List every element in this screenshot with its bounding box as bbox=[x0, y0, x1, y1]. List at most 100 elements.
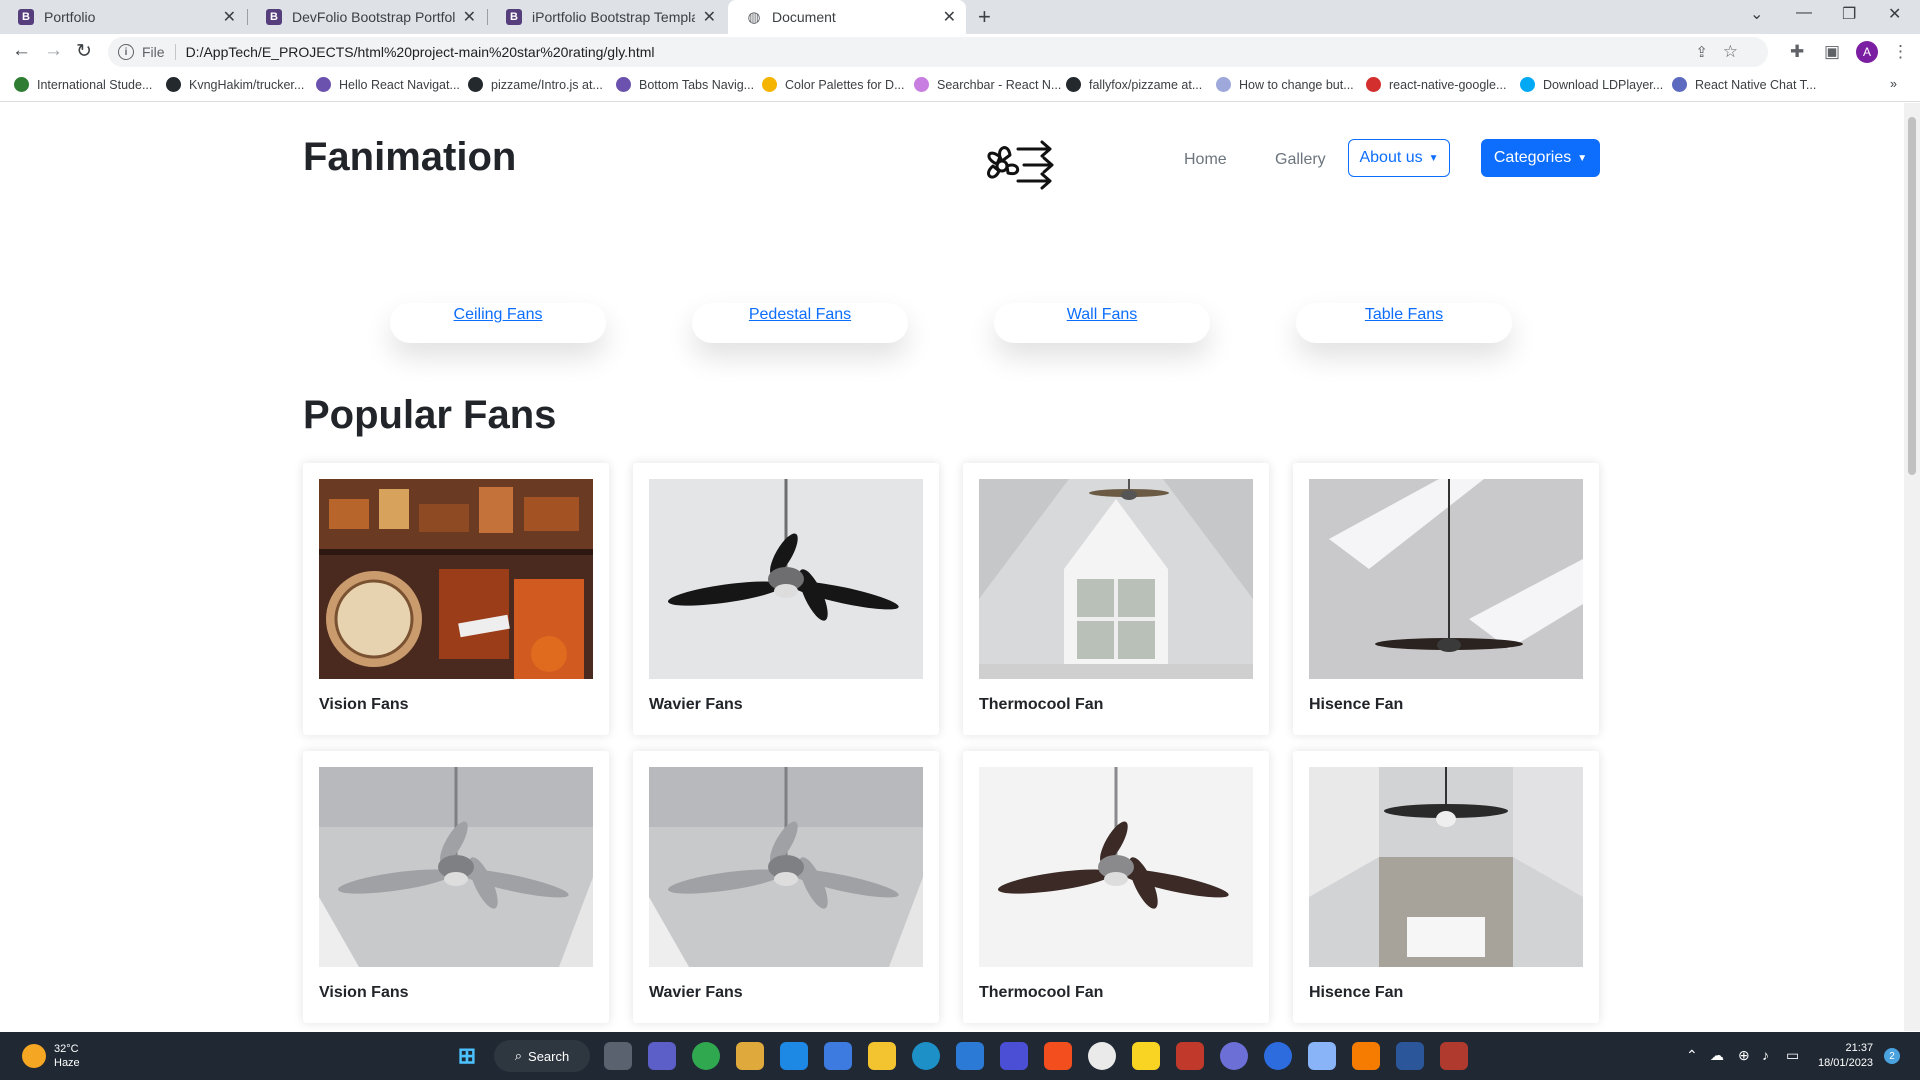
weather-widget[interactable]: 32°C Haze bbox=[22, 1042, 80, 1070]
bookmark-item[interactable]: React Native Chat T... bbox=[1672, 77, 1816, 92]
product-card[interactable]: Hisence Fan bbox=[1293, 463, 1599, 735]
product-image[interactable] bbox=[979, 479, 1253, 679]
product-card[interactable]: Vision Fans bbox=[303, 463, 609, 735]
back-icon[interactable]: ← bbox=[12, 40, 31, 62]
mail-icon[interactable] bbox=[780, 1042, 808, 1070]
vlc-icon[interactable] bbox=[1352, 1042, 1380, 1070]
category-link-wall-fans[interactable]: Wall Fans bbox=[1067, 306, 1138, 323]
product-name: Vision Fans bbox=[319, 696, 409, 713]
more-bookmarks-icon[interactable]: » bbox=[1890, 77, 1897, 91]
tab-devfolio[interactable]: B DevFolio Bootstrap Portfolio Tem ✕ bbox=[248, 0, 486, 34]
about-us-dropdown-button[interactable]: About us ▼ bbox=[1348, 139, 1450, 177]
file-explorer-icon[interactable] bbox=[868, 1042, 896, 1070]
url-text[interactable]: D:/AppTech/E_PROJECTS/html%20project-mai… bbox=[186, 44, 655, 60]
bookmark-item[interactable]: Download LDPlayer... bbox=[1520, 77, 1663, 92]
app-icon[interactable] bbox=[1264, 1042, 1292, 1070]
info-icon[interactable]: i bbox=[118, 44, 134, 60]
avatar[interactable]: A bbox=[1856, 41, 1878, 63]
chrome-icon[interactable] bbox=[1088, 1042, 1116, 1070]
bookmark-item[interactable]: KvngHakim/trucker... bbox=[166, 77, 304, 92]
new-tab-button[interactable]: + bbox=[978, 4, 991, 30]
page-scrollbar[interactable] bbox=[1904, 103, 1920, 1031]
product-image[interactable] bbox=[979, 767, 1253, 967]
onedrive-icon[interactable]: ☁ bbox=[1710, 1047, 1724, 1064]
menu-kebab-icon[interactable]: ⋮ bbox=[1892, 42, 1909, 62]
product-card[interactable]: Wavier Fans bbox=[633, 751, 939, 1023]
word-icon[interactable] bbox=[1396, 1042, 1424, 1070]
app-icon[interactable] bbox=[736, 1042, 764, 1070]
product-card[interactable]: Thermocool Fan bbox=[963, 463, 1269, 735]
category-link-pedestal-fans[interactable]: Pedestal Fans bbox=[749, 306, 851, 323]
app-icon[interactable] bbox=[1220, 1042, 1248, 1070]
store-icon[interactable] bbox=[824, 1042, 852, 1070]
figma-icon[interactable] bbox=[1044, 1042, 1072, 1070]
windows-start-icon[interactable]: ⊞ bbox=[453, 1042, 481, 1070]
bootstrap-icon: B bbox=[506, 9, 522, 25]
product-image[interactable] bbox=[649, 479, 923, 679]
tab-search-icon[interactable]: ⌄ bbox=[1750, 4, 1763, 24]
battery-icon[interactable]: ▭ bbox=[1786, 1047, 1799, 1064]
product-image[interactable] bbox=[1309, 479, 1583, 679]
side-panel-icon[interactable]: ▣ bbox=[1824, 42, 1840, 62]
bookmark-star-icon[interactable]: ☆ bbox=[1723, 42, 1738, 62]
network-icon[interactable]: ⊕ bbox=[1738, 1047, 1750, 1064]
category-link-ceiling-fans[interactable]: Ceiling Fans bbox=[454, 306, 543, 323]
brand-title[interactable]: Fanimation bbox=[303, 135, 516, 180]
product-image[interactable] bbox=[319, 767, 593, 967]
share-icon[interactable]: ⇪ bbox=[1695, 43, 1708, 61]
bookmark-label: Color Palettes for D... bbox=[785, 77, 905, 92]
visual-studio-icon[interactable] bbox=[1000, 1042, 1028, 1070]
sticky-notes-icon[interactable] bbox=[1132, 1042, 1160, 1070]
bookmark-item[interactable]: Bottom Tabs Navig... bbox=[616, 77, 754, 92]
bookmark-item[interactable]: react-native-google... bbox=[1366, 77, 1506, 92]
product-card[interactable]: Wavier Fans bbox=[633, 463, 939, 735]
bookmark-item[interactable]: International Stude... bbox=[14, 77, 152, 92]
product-image[interactable] bbox=[319, 479, 593, 679]
volume-icon[interactable]: ♪ bbox=[1762, 1047, 1769, 1063]
taskbar-search[interactable]: ⌕ Search bbox=[494, 1040, 590, 1072]
system-clock[interactable]: 21:37 18/01/2023 bbox=[1818, 1041, 1873, 1071]
scrollbar-thumb[interactable] bbox=[1908, 117, 1916, 475]
close-icon[interactable]: ✕ bbox=[703, 7, 716, 27]
bookmark-favicon-icon bbox=[762, 77, 777, 92]
bookmark-item[interactable]: pizzame/Intro.js at... bbox=[468, 77, 603, 92]
close-icon[interactable]: ✕ bbox=[223, 7, 236, 27]
bookmark-item[interactable]: How to change but... bbox=[1216, 77, 1354, 92]
bookmark-item[interactable]: Hello React Navigat... bbox=[316, 77, 460, 92]
tab-iportfolio[interactable]: B iPortfolio Bootstrap Template - In ✕ bbox=[488, 0, 726, 34]
tab-portfolio[interactable]: B Portfolio ✕ bbox=[0, 0, 246, 34]
task-view-icon[interactable] bbox=[604, 1042, 632, 1070]
categories-dropdown-button[interactable]: Categories ▼ bbox=[1481, 139, 1600, 177]
product-card[interactable]: Hisence Fan bbox=[1293, 751, 1599, 1023]
minimize-button[interactable]: — bbox=[1796, 4, 1812, 22]
close-icon[interactable]: ✕ bbox=[463, 7, 476, 27]
about-us-label: About us bbox=[1359, 149, 1423, 166]
forward-icon[interactable]: → bbox=[44, 40, 63, 62]
winrar-icon[interactable] bbox=[1440, 1042, 1468, 1070]
edge-icon[interactable] bbox=[912, 1042, 940, 1070]
nav-home-link[interactable]: Home bbox=[1184, 151, 1227, 169]
restore-button[interactable]: ❐ bbox=[1842, 4, 1856, 24]
vscode-icon[interactable] bbox=[956, 1042, 984, 1070]
notification-badge[interactable]: 2 bbox=[1884, 1048, 1900, 1064]
bookmark-item[interactable]: Searchbar - React N... bbox=[914, 77, 1061, 92]
app-icon[interactable] bbox=[1308, 1042, 1336, 1070]
app-icon[interactable] bbox=[1176, 1042, 1204, 1070]
product-card[interactable]: Vision Fans bbox=[303, 751, 609, 1023]
bookmark-item[interactable]: Color Palettes for D... bbox=[762, 77, 905, 92]
chevron-up-icon[interactable]: ⌃ bbox=[1686, 1047, 1698, 1064]
product-image[interactable] bbox=[1309, 767, 1583, 967]
tab-document[interactable]: ◍ Document ✕ bbox=[728, 0, 966, 34]
bookmark-item[interactable]: fallyfox/pizzame at... bbox=[1066, 77, 1202, 92]
product-card[interactable]: Thermocool Fan bbox=[963, 751, 1269, 1023]
nav-gallery-link[interactable]: Gallery bbox=[1275, 151, 1326, 169]
product-image[interactable] bbox=[649, 767, 923, 967]
close-icon[interactable]: ✕ bbox=[943, 7, 956, 27]
address-bar[interactable]: i File D:/AppTech/E_PROJECTS/html%20proj… bbox=[108, 37, 1768, 67]
extensions-icon[interactable]: ✚ bbox=[1790, 42, 1804, 62]
close-window-button[interactable]: ✕ bbox=[1888, 4, 1901, 24]
teams-icon[interactable] bbox=[648, 1042, 676, 1070]
category-link-table-fans[interactable]: Table Fans bbox=[1365, 306, 1443, 323]
edge-dev-icon[interactable] bbox=[692, 1042, 720, 1070]
reload-icon[interactable]: ↻ bbox=[76, 40, 92, 63]
